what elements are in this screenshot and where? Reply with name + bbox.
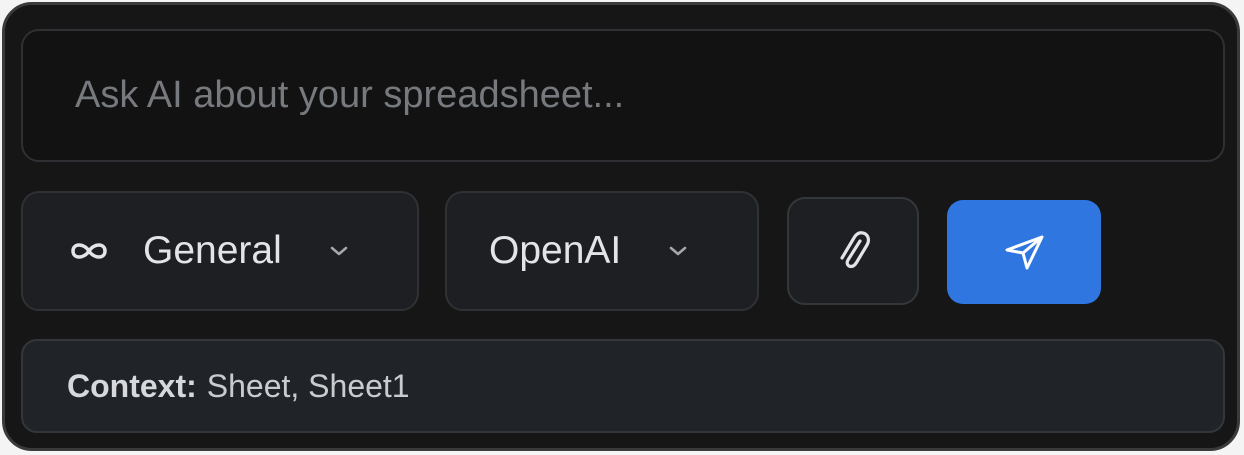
prompt-box [21,29,1225,162]
mode-dropdown[interactable]: General [21,191,419,311]
provider-dropdown[interactable]: OpenAI [445,191,759,311]
context-value: Sheet, Sheet1 [206,367,410,404]
context-bar: Context: Sheet, Sheet1 [21,339,1225,433]
provider-dropdown-value: OpenAI [489,229,622,272]
send-button[interactable] [947,200,1101,304]
attach-button[interactable] [787,197,919,305]
infinity-icon [67,239,111,263]
send-icon [1002,232,1046,272]
chevron-down-icon [328,244,350,258]
chevron-down-icon [667,244,689,258]
context-label: Context: [67,367,197,404]
prompt-input[interactable] [23,31,1223,160]
paperclip-icon [833,227,873,275]
mode-dropdown-value: General [143,229,282,272]
ai-chat-panel: General OpenAI Context: Shee [2,2,1240,451]
